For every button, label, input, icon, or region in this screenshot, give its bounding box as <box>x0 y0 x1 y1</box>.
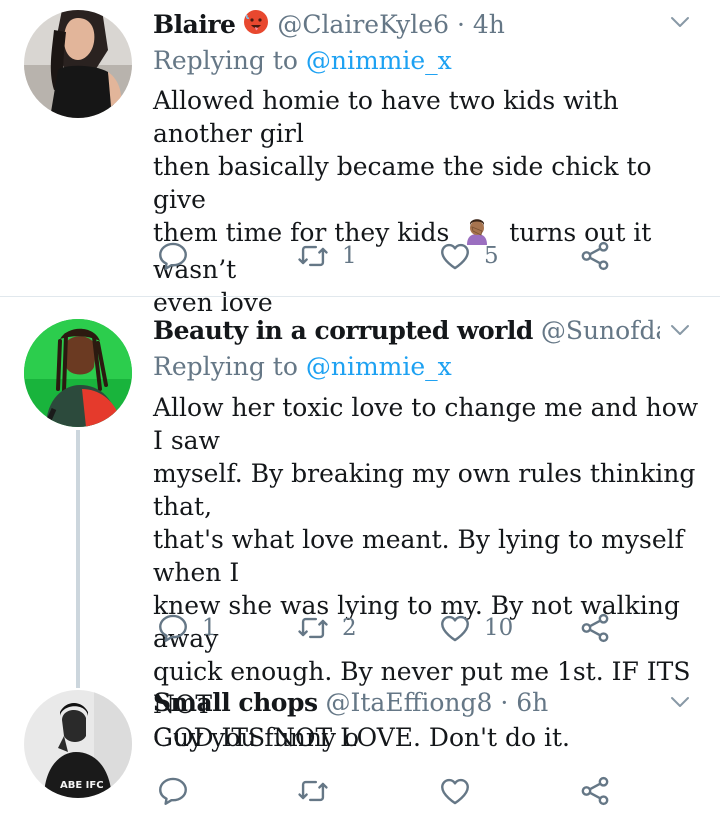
shirt-print: ABE IFC <box>60 780 104 791</box>
avatar[interactable]: ABE IFC <box>24 690 132 798</box>
tweet-text-line: Allow her toxic love to change me and ho… <box>153 393 699 455</box>
share-icon <box>578 611 612 645</box>
replying-to-label: Replying to <box>153 46 298 75</box>
replying-to: Replying to @nimmie_x <box>153 350 452 384</box>
tweet-actions: 1 2 10 <box>150 608 630 648</box>
retweet-icon <box>296 239 330 273</box>
share-icon <box>578 239 612 273</box>
user-handle[interactable]: @ClaireKyle6 <box>277 10 449 39</box>
retweet-icon <box>296 774 330 808</box>
chevron-down-icon[interactable] <box>668 690 692 714</box>
share-button[interactable] <box>578 236 612 276</box>
reply-icon <box>156 239 190 273</box>
hot-face-emoji-icon <box>243 9 269 44</box>
retweet-count: 2 <box>342 615 357 641</box>
display-name[interactable]: Small chops <box>153 688 318 717</box>
like-button[interactable]: 5 <box>438 236 499 276</box>
share-button[interactable] <box>578 771 612 811</box>
like-icon <box>438 774 472 808</box>
tweet-text: Allowed homie to have two kids with anot… <box>153 84 700 319</box>
tweet-3[interactable]: ABE IFC Small chops @ItaEffiong8 · 6h Gu… <box>0 675 720 819</box>
tweet-header: Beauty in a corrupted world @Sunofda... … <box>153 314 660 348</box>
tweet-2[interactable]: Beauty in a corrupted world @Sunofda... … <box>0 297 720 752</box>
tweet-text-line: myself. By breaking my own rules thinkin… <box>153 459 696 521</box>
reply-icon <box>156 774 190 808</box>
like-count: 5 <box>484 243 499 269</box>
tweet-actions <box>150 771 630 811</box>
reply-button[interactable] <box>156 236 202 276</box>
reply-count: 1 <box>202 615 217 641</box>
like-icon <box>438 611 472 645</box>
display-name[interactable]: Beauty in a corrupted world <box>153 316 533 345</box>
timestamp[interactable]: 4h <box>473 10 505 39</box>
tweet-text-line: Guy you funny o <box>153 723 360 752</box>
retweet-button[interactable] <box>296 771 342 811</box>
tweet-text-line: Allowed homie to have two kids with anot… <box>153 86 619 148</box>
tweet-actions: 1 5 <box>150 236 630 276</box>
mention-link[interactable]: @nimmie_x <box>306 352 452 381</box>
share-icon <box>578 774 612 808</box>
separator-dot: · <box>456 10 465 39</box>
tweet-text-line: that's what love meant. By lying to myse… <box>153 525 684 587</box>
like-icon <box>438 239 472 273</box>
reply-icon <box>156 611 190 645</box>
retweet-icon <box>296 611 330 645</box>
like-button[interactable] <box>438 771 484 811</box>
retweet-count: 1 <box>342 243 357 269</box>
tweet-header: Small chops @ItaEffiong8 · 6h <box>153 686 660 720</box>
chevron-down-icon[interactable] <box>668 318 692 342</box>
retweet-button[interactable]: 2 <box>296 608 357 648</box>
replying-to-label: Replying to <box>153 352 298 381</box>
reply-button[interactable]: 1 <box>156 608 217 648</box>
tweet-text: Guy you funny o <box>153 721 700 754</box>
tweet-text-line: then basically became the side chick to … <box>153 152 652 214</box>
mention-link[interactable]: @nimmie_x <box>306 46 452 75</box>
replying-to: Replying to @nimmie_x <box>153 44 452 78</box>
user-handle[interactable]: @Sunofda... <box>541 316 660 345</box>
chevron-down-icon[interactable] <box>668 10 692 34</box>
tweet-1[interactable]: Blaire @ClaireKyle6 · 4h Replying to @ni… <box>0 0 720 317</box>
retweet-button[interactable]: 1 <box>296 236 357 276</box>
share-button[interactable] <box>578 608 612 648</box>
user-handle[interactable]: @ItaEffiong8 <box>326 688 493 717</box>
separator-dot: · <box>500 688 509 717</box>
display-name[interactable]: Blaire <box>153 10 236 39</box>
avatar[interactable] <box>24 10 132 118</box>
tweet-header: Blaire @ClaireKyle6 · 4h <box>153 8 660 44</box>
avatar[interactable] <box>24 319 132 427</box>
like-count: 10 <box>484 615 514 641</box>
timestamp[interactable]: 6h <box>516 688 548 717</box>
like-button[interactable]: 10 <box>438 608 513 648</box>
reply-button[interactable] <box>156 771 202 811</box>
